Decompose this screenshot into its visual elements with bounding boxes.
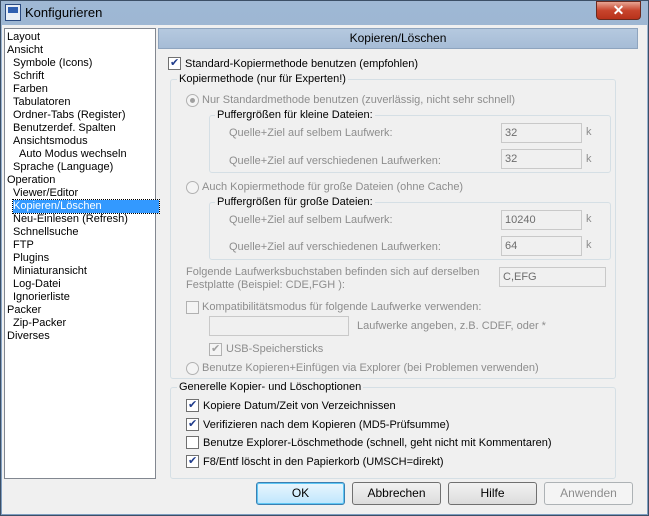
tree-item[interactable]: Ansicht: [7, 44, 43, 57]
compat-mode-checkbox[interactable]: [186, 301, 199, 314]
explorer-delete-label: Benutze Explorer-Löschmethode (schnell, …: [203, 437, 552, 449]
tree-item[interactable]: Plugins: [13, 252, 49, 265]
tree-item[interactable]: Ignorierliste: [13, 291, 70, 304]
copy-date-checkbox[interactable]: [186, 398, 199, 412]
dialog-client: Layout Ansicht Symbole (Icons) Schrift Farbe…: [2, 25, 647, 514]
tree-item[interactable]: Schrift: [13, 70, 44, 83]
f8-recycle-label: F8/Entf löscht in den Papierkorb (UMSCH=…: [203, 456, 444, 468]
tree-item[interactable]: Farben: [13, 83, 48, 96]
big-diff-drive-input[interactable]: 64: [501, 236, 582, 256]
standard-method-checkbox[interactable]: [168, 56, 181, 70]
tree-item[interactable]: Packer: [7, 304, 41, 317]
tree-item[interactable]: Auto Modus wechseln: [19, 148, 127, 161]
tree-item[interactable]: Kopieren/Löschen: [12, 199, 160, 214]
big-method-label: Auch Kopiermethode für große Dateien (oh…: [202, 181, 464, 193]
big-same-unit: k: [586, 213, 592, 225]
tree-item[interactable]: Operation: [7, 174, 55, 187]
big-diff-drive-label: Quelle+Ziel auf verschiedenen Laufwerken…: [229, 241, 441, 253]
apply-button[interactable]: Anwenden: [544, 482, 633, 505]
tree-item[interactable]: FTP: [13, 239, 34, 252]
explorer-paste-radio[interactable]: [186, 362, 199, 375]
tree-item[interactable]: Schnellsuche: [13, 226, 78, 239]
small-buffers-label: Puffergrößen für kleine Dateien:: [215, 109, 375, 122]
tree-item[interactable]: Neu-Einlesen (Refresh): [13, 213, 128, 226]
ok-button[interactable]: OK: [256, 482, 345, 505]
tree-item[interactable]: Ordner-Tabs (Register): [13, 109, 125, 122]
tree-item[interactable]: Benutzerdef. Spalten: [13, 122, 116, 135]
explorer-delete-checkbox[interactable]: [186, 436, 199, 449]
same-disk-label-line2: Festplatte (Beispiel: CDE,FGH ):: [186, 279, 345, 291]
f8-recycle-checkbox[interactable]: [186, 454, 199, 468]
only-standard-radio[interactable]: [186, 94, 199, 107]
tree-item[interactable]: Diverses: [7, 330, 50, 343]
big-same-drive-input[interactable]: 10240: [501, 210, 582, 230]
tree-item[interactable]: Sprache (Language): [13, 161, 113, 174]
cancel-button[interactable]: Abbrechen: [352, 482, 441, 505]
same-disk-label-line1: Folgende Laufwerksbuchstaben befinden si…: [186, 266, 480, 278]
tree-item[interactable]: Ansichtsmodus: [13, 135, 88, 148]
small-same-drive-input[interactable]: 32: [501, 123, 582, 143]
big-method-radio[interactable]: [186, 181, 199, 194]
tree-item[interactable]: Layout: [7, 31, 40, 44]
big-diff-unit: k: [586, 239, 592, 251]
copy-date-label: Kopiere Datum/Zeit von Verzeichnissen: [203, 400, 396, 412]
compat-drives-hint: Laufwerke angeben, z.B. CDEF, oder *: [357, 320, 546, 332]
app-icon: [5, 4, 21, 21]
settings-tree[interactable]: Layout Ansicht Symbole (Icons) Schrift Farbe…: [4, 28, 160, 479]
small-same-drive-label: Quelle+Ziel auf selbem Laufwerk:: [229, 127, 393, 139]
explorer-paste-label: Benutze Kopieren+Einfügen via Explorer (…: [202, 362, 539, 374]
tree-item[interactable]: Log-Datei: [13, 278, 61, 291]
small-same-unit: k: [586, 126, 592, 138]
close-button[interactable]: ✕: [596, 1, 641, 20]
verify-checkbox[interactable]: [186, 417, 199, 431]
usb-sticks-label: USB-Speichersticks: [226, 343, 324, 355]
small-diff-unit: k: [586, 153, 592, 165]
title-bar[interactable]: Konfigurieren ✕: [1, 1, 648, 25]
big-same-drive-label: Quelle+Ziel auf selbem Laufwerk:: [229, 214, 393, 226]
tree-item[interactable]: Symbole (Icons): [13, 57, 92, 70]
general-options-label: Generelle Kopier- und Löschoptionen: [177, 381, 364, 394]
standard-method-label: Standard-Kopiermethode benutzen (empfohl…: [185, 58, 418, 70]
compat-drives-input[interactable]: [209, 316, 349, 336]
copy-method-group-label: Kopiermethode (nur für Experten!): [177, 73, 348, 86]
compat-mode-label: Kompatibilitätsmodus für folgende Laufwe…: [202, 301, 482, 313]
config-dialog: Konfigurieren ✕ Layout Ansicht Symbole (Ic…: [0, 0, 649, 516]
usb-sticks-checkbox[interactable]: [209, 342, 222, 356]
small-diff-drive-label: Quelle+Ziel auf verschiedenen Laufwerken…: [229, 155, 441, 167]
small-diff-drive-input[interactable]: 32: [501, 149, 582, 169]
only-standard-label: Nur Standardmethode benutzen (zuverlässi…: [202, 94, 516, 106]
tree-item[interactable]: Tabulatoren: [13, 96, 71, 109]
page-title: Kopieren/Löschen: [158, 28, 638, 49]
verify-label: Verifizieren nach dem Kopieren (MD5-Prüf…: [203, 419, 450, 431]
tree-item[interactable]: Zip-Packer: [13, 317, 66, 330]
tree-item[interactable]: Miniaturansicht: [13, 265, 87, 278]
window-title: Konfigurieren: [25, 5, 103, 20]
same-disk-input[interactable]: C,EFG: [499, 267, 606, 287]
help-button[interactable]: Hilfe: [448, 482, 537, 505]
big-buffers-label: Puffergrößen für große Dateien:: [215, 196, 375, 209]
tree-item[interactable]: Viewer/Editor: [13, 187, 78, 200]
